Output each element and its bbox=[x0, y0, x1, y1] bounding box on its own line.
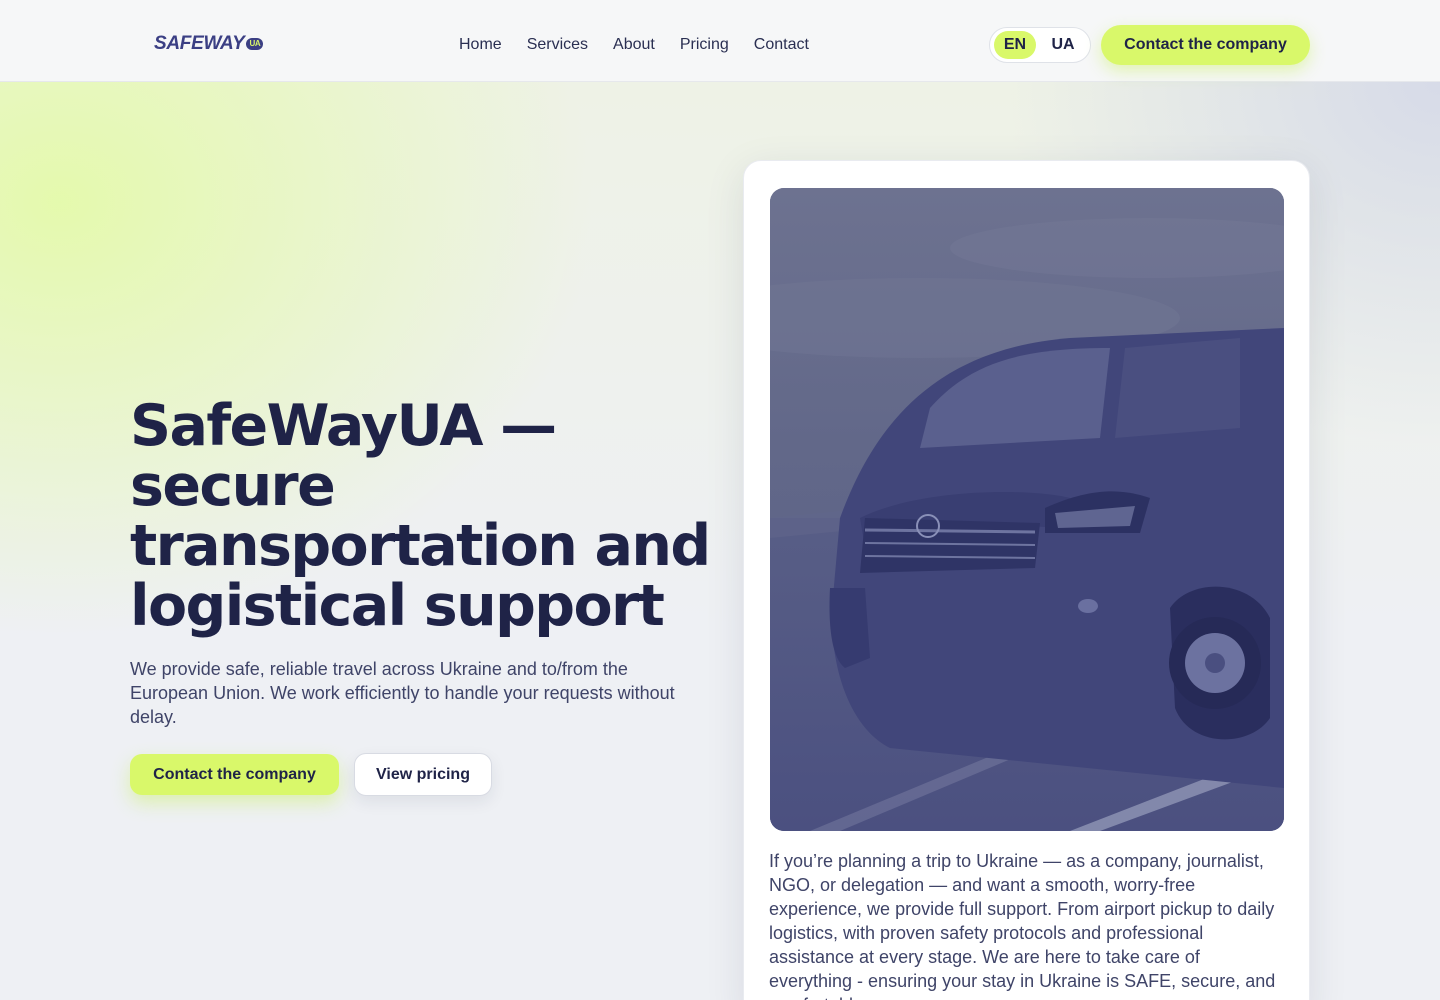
nav-item-home[interactable]: Home bbox=[459, 35, 502, 55]
view-pricing-button[interactable]: View pricing bbox=[354, 753, 492, 796]
language-switcher: EN UA bbox=[989, 27, 1091, 63]
language-option-en[interactable]: EN bbox=[994, 31, 1036, 59]
language-option-ua[interactable]: UA bbox=[1042, 31, 1084, 59]
nav-item-about[interactable]: About bbox=[613, 35, 655, 55]
hero-description: We provide safe, reliable travel across … bbox=[130, 659, 675, 727]
info-card: If you’re planning a trip to Ukraine — a… bbox=[743, 160, 1310, 1000]
site-header: SAFEWAY UA Home Services About Pricing C… bbox=[0, 0, 1440, 82]
logo[interactable]: SAFEWAY UA bbox=[154, 33, 264, 55]
logo-text: SAFEWAY bbox=[154, 33, 245, 54]
nav-item-services[interactable]: Services bbox=[527, 35, 588, 55]
van-illustration bbox=[770, 188, 1284, 831]
main-nav: Home Services About Pricing Contact bbox=[459, 35, 809, 55]
hero-title: SafeWayUA — secure transportation and lo… bbox=[130, 393, 711, 639]
hero-contact-button[interactable]: Contact the company bbox=[130, 754, 339, 795]
logo-badge: UA bbox=[246, 38, 264, 50]
header-contact-button[interactable]: Contact the company bbox=[1101, 25, 1310, 65]
nav-item-contact[interactable]: Contact bbox=[754, 35, 809, 55]
card-description: If you’re planning a trip to Ukraine — a… bbox=[769, 851, 1276, 1000]
nav-item-pricing[interactable]: Pricing bbox=[680, 35, 729, 55]
van-photo bbox=[770, 188, 1284, 831]
